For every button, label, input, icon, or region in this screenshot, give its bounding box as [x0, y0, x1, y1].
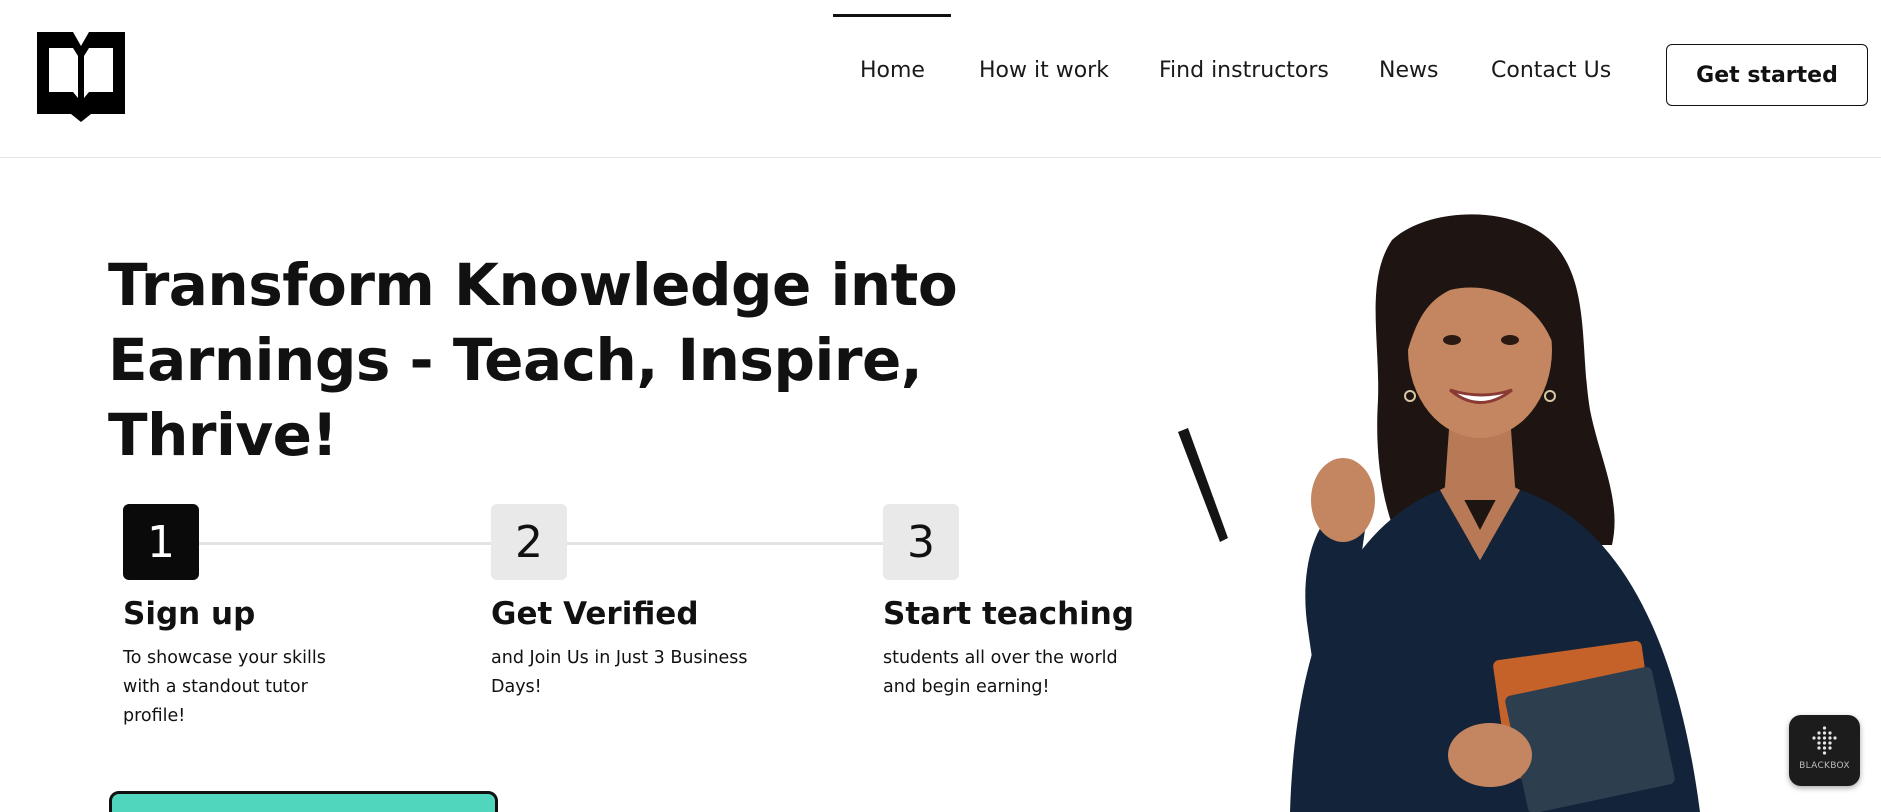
- step-title: Sign up: [123, 596, 256, 632]
- site-header: Home How it work Find instructors News C…: [0, 0, 1881, 158]
- step-description-line: students all over the world: [883, 648, 1118, 668]
- hero-title: Transform Knowledge into Earnings - Teac…: [108, 248, 1148, 473]
- blackbox-widget[interactable]: BLACKBOX: [1789, 715, 1860, 786]
- hero-title-line1: Transform Knowledge into: [108, 251, 958, 319]
- step-description-line: profile!: [123, 706, 186, 726]
- step-description-line: Days!: [491, 677, 542, 697]
- step-description-line: To showcase your skills: [123, 648, 326, 668]
- nav-item-home[interactable]: Home: [860, 58, 925, 83]
- step-number-badge: 3: [883, 504, 959, 580]
- teacher-photo: [1178, 214, 1700, 812]
- step-description: students all over the world and begin ea…: [883, 644, 1143, 702]
- step-title: Start teaching: [883, 596, 1135, 632]
- nav-item-news[interactable]: News: [1379, 58, 1438, 83]
- nav-item-how-it-work[interactable]: How it work: [979, 58, 1109, 83]
- step-connector: [567, 542, 883, 545]
- step-description-line: and Join Us in Just 3 Business: [491, 648, 748, 668]
- nav-item-find-instructors[interactable]: Find instructors: [1159, 58, 1329, 83]
- step-number-badge: 1: [123, 504, 199, 580]
- hero-cta-button[interactable]: [109, 791, 498, 812]
- step-description-line: with a standout tutor: [123, 677, 308, 697]
- step-description: and Join Us in Just 3 Business Days!: [491, 644, 791, 702]
- get-started-button[interactable]: Get started: [1666, 44, 1868, 106]
- step-description: To showcase your skills with a standout …: [123, 644, 363, 731]
- step-number-badge: 2: [491, 504, 567, 580]
- step-description-line: and begin earning!: [883, 677, 1050, 697]
- dot-grid-icon: [1812, 726, 1837, 755]
- step-title: Get Verified: [491, 596, 699, 632]
- nav-active-indicator: [833, 14, 951, 17]
- step-connector: [199, 542, 491, 545]
- nav-item-contact-us[interactable]: Contact Us: [1491, 58, 1611, 83]
- widget-label: BLACKBOX: [1799, 761, 1850, 771]
- hero-title-line2: Earnings - Teach, Inspire, Thrive!: [108, 326, 923, 469]
- main-nav: Home How it work Find instructors News C…: [0, 0, 1881, 150]
